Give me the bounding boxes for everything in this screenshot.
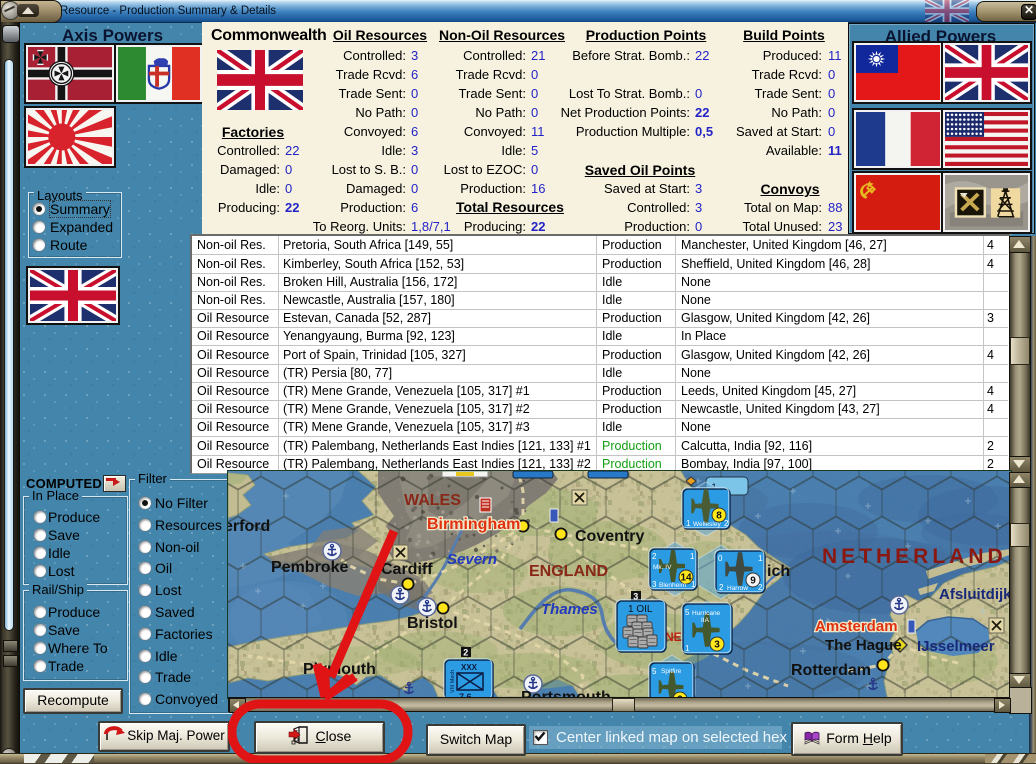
svg-text:Harrow: Harrow: [727, 585, 748, 592]
svg-text:ENGLAND: ENGLAND: [529, 563, 608, 580]
svg-text:Mk. IV: Mk. IV: [653, 564, 672, 571]
svg-text:NE: NE: [665, 630, 682, 644]
svg-text:Blenheim: Blenheim: [659, 582, 686, 589]
svg-text:1: 1: [685, 644, 690, 653]
svg-text:1: 1: [691, 580, 696, 589]
svg-text:9: 9: [750, 576, 756, 587]
svg-text:Birmingham: Birmingham: [427, 516, 520, 533]
svg-text:Thames: Thames: [541, 601, 598, 618]
svg-text:Amsterdam: Amsterdam: [815, 618, 898, 635]
svg-text:Afsluitdijk: Afsluitdijk: [939, 586, 1010, 603]
svg-text:Spitfire: Spitfire: [661, 668, 682, 675]
svg-text:The Hague: The Hague: [825, 637, 902, 654]
svg-text:2: 2: [719, 583, 724, 592]
svg-text:Portsmouth: Portsmouth: [521, 689, 611, 697]
svg-text:2: 2: [724, 519, 729, 528]
svg-text:2: 2: [758, 583, 763, 592]
svg-text:IJsselmeer: IJsselmeer: [917, 638, 995, 655]
svg-text:2: 2: [652, 552, 657, 561]
svg-text:1 OIL: 1 OIL: [628, 604, 653, 615]
svg-text:5: 5: [652, 667, 657, 676]
svg-text:3: 3: [714, 640, 720, 651]
svg-text:Coventry: Coventry: [575, 528, 644, 545]
svg-text:3: 3: [652, 580, 657, 589]
svg-text:Rotterdam: Rotterdam: [791, 662, 871, 679]
svg-text:2: 2: [463, 648, 468, 658]
svg-text:5: 5: [685, 608, 690, 617]
svg-text:NETHERLAND: NETHERLAND: [822, 545, 1007, 568]
svg-text:0: 0: [718, 554, 723, 563]
svg-text:1: 1: [758, 554, 763, 563]
svg-text:Cardiff: Cardiff: [381, 561, 433, 578]
svg-text:erford: erford: [228, 518, 270, 535]
svg-text:Pembroke: Pembroke: [271, 559, 348, 576]
svg-text:Wellesley: Wellesley: [693, 521, 721, 528]
svg-text:WALES: WALES: [404, 492, 461, 509]
svg-text:IIA: IIA: [701, 617, 710, 624]
svg-text:Hurricane: Hurricane: [692, 610, 721, 617]
svg-text:1: 1: [690, 552, 695, 561]
svg-text:Bristol: Bristol: [407, 615, 458, 632]
svg-text:ich: ich: [767, 563, 790, 580]
svg-text:VIII Mech: VIII Mech: [450, 670, 456, 693]
svg-text:8: 8: [716, 511, 722, 522]
svg-text:XXX: XXX: [461, 663, 478, 672]
svg-text:Severn: Severn: [447, 551, 497, 568]
svg-text:Plymouth: Plymouth: [303, 661, 376, 678]
svg-text:1: 1: [686, 519, 691, 528]
